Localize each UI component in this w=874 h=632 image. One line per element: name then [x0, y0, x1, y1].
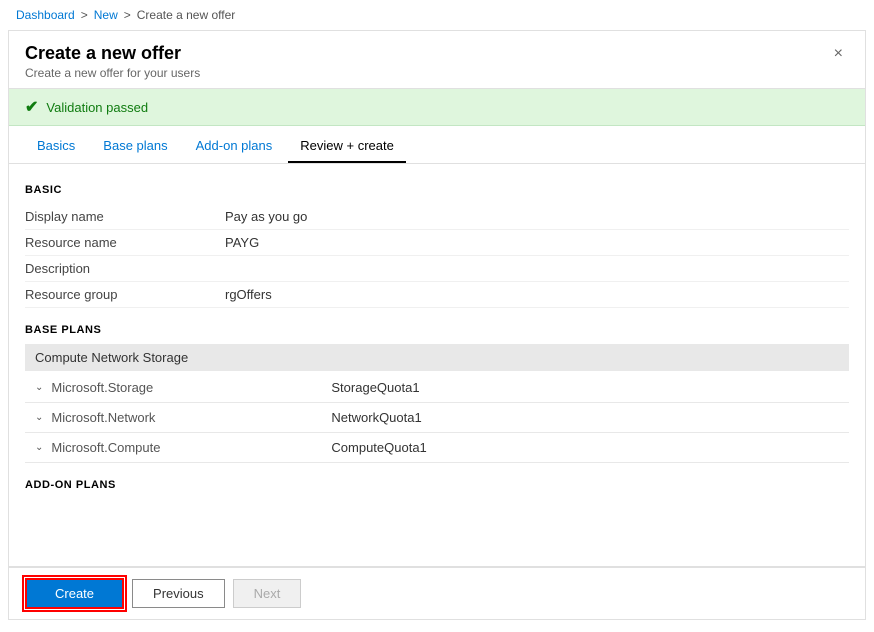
provider-compute: Microsoft.Compute: [51, 440, 331, 455]
field-label-resource-group: Resource group: [25, 287, 225, 302]
field-value-resource-group: rgOffers: [225, 287, 272, 302]
check-icon: ✔: [25, 97, 38, 117]
panel-header: Create a new offer Create a new offer fo…: [9, 31, 865, 89]
provider-network: Microsoft.Network: [51, 410, 331, 425]
field-label-description: Description: [25, 261, 225, 276]
quota-compute: ComputeQuota1: [331, 440, 426, 455]
tabs: Basics Base plans Add-on plans Review + …: [9, 130, 865, 164]
field-label-resource-name: Resource name: [25, 235, 225, 250]
close-button[interactable]: ×: [828, 43, 849, 65]
breadcrumb-current: Create a new offer: [137, 8, 236, 22]
chevron-icon-network[interactable]: ⌄: [35, 412, 43, 423]
validation-bar: ✔ Validation passed: [9, 89, 865, 126]
content-area: BASIC Display name Pay as you go Resourc…: [9, 164, 865, 566]
breadcrumb: Dashboard > New > Create a new offer: [0, 0, 874, 30]
field-label-display-name: Display name: [25, 209, 225, 224]
field-value-display-name: Pay as you go: [225, 209, 307, 224]
addon-section: ADD-ON PLANS: [25, 479, 849, 491]
breadcrumb-sep-1: >: [81, 8, 88, 22]
chevron-icon-compute[interactable]: ⌄: [35, 442, 43, 453]
footer: Create Previous Next: [9, 566, 865, 619]
tab-addon-plans[interactable]: Add-on plans: [184, 130, 285, 163]
breadcrumb-new[interactable]: New: [94, 8, 118, 22]
panel-subtitle: Create a new offer for your users: [25, 66, 200, 80]
tab-base-plans[interactable]: Base plans: [91, 130, 179, 163]
previous-button[interactable]: Previous: [132, 579, 225, 608]
tab-review-create[interactable]: Review + create: [288, 130, 406, 163]
base-plans-header: BASE PLANS: [25, 324, 849, 336]
breadcrumb-sep-2: >: [124, 8, 131, 22]
plan-row-storage: ⌄ Microsoft.Storage StorageQuota1: [25, 373, 849, 403]
panel-title: Create a new offer: [25, 43, 200, 64]
field-resource-group: Resource group rgOffers: [25, 282, 849, 308]
create-button[interactable]: Create: [25, 578, 124, 609]
basic-section-header: BASIC: [25, 184, 849, 196]
tab-basics[interactable]: Basics: [25, 130, 87, 163]
validation-message: Validation passed: [46, 100, 148, 115]
field-value-resource-name: PAYG: [225, 235, 259, 250]
field-display-name: Display name Pay as you go: [25, 204, 849, 230]
quota-network: NetworkQuota1: [331, 410, 421, 425]
plan-row-compute: ⌄ Microsoft.Compute ComputeQuota1: [25, 433, 849, 463]
field-resource-name: Resource name PAYG: [25, 230, 849, 256]
quota-storage: StorageQuota1: [331, 380, 419, 395]
breadcrumb-dashboard[interactable]: Dashboard: [16, 8, 75, 22]
chevron-icon-storage[interactable]: ⌄: [35, 382, 43, 393]
addon-section-header: ADD-ON PLANS: [25, 479, 849, 491]
plan-name-bar: Compute Network Storage: [25, 344, 849, 371]
plan-row-network: ⌄ Microsoft.Network NetworkQuota1: [25, 403, 849, 433]
provider-storage: Microsoft.Storage: [51, 380, 331, 395]
next-button: Next: [233, 579, 302, 608]
field-description: Description: [25, 256, 849, 282]
panel: Create a new offer Create a new offer fo…: [8, 30, 866, 620]
basic-section: BASIC Display name Pay as you go Resourc…: [25, 184, 849, 308]
base-plans-section: BASE PLANS Compute Network Storage ⌄ Mic…: [25, 324, 849, 463]
